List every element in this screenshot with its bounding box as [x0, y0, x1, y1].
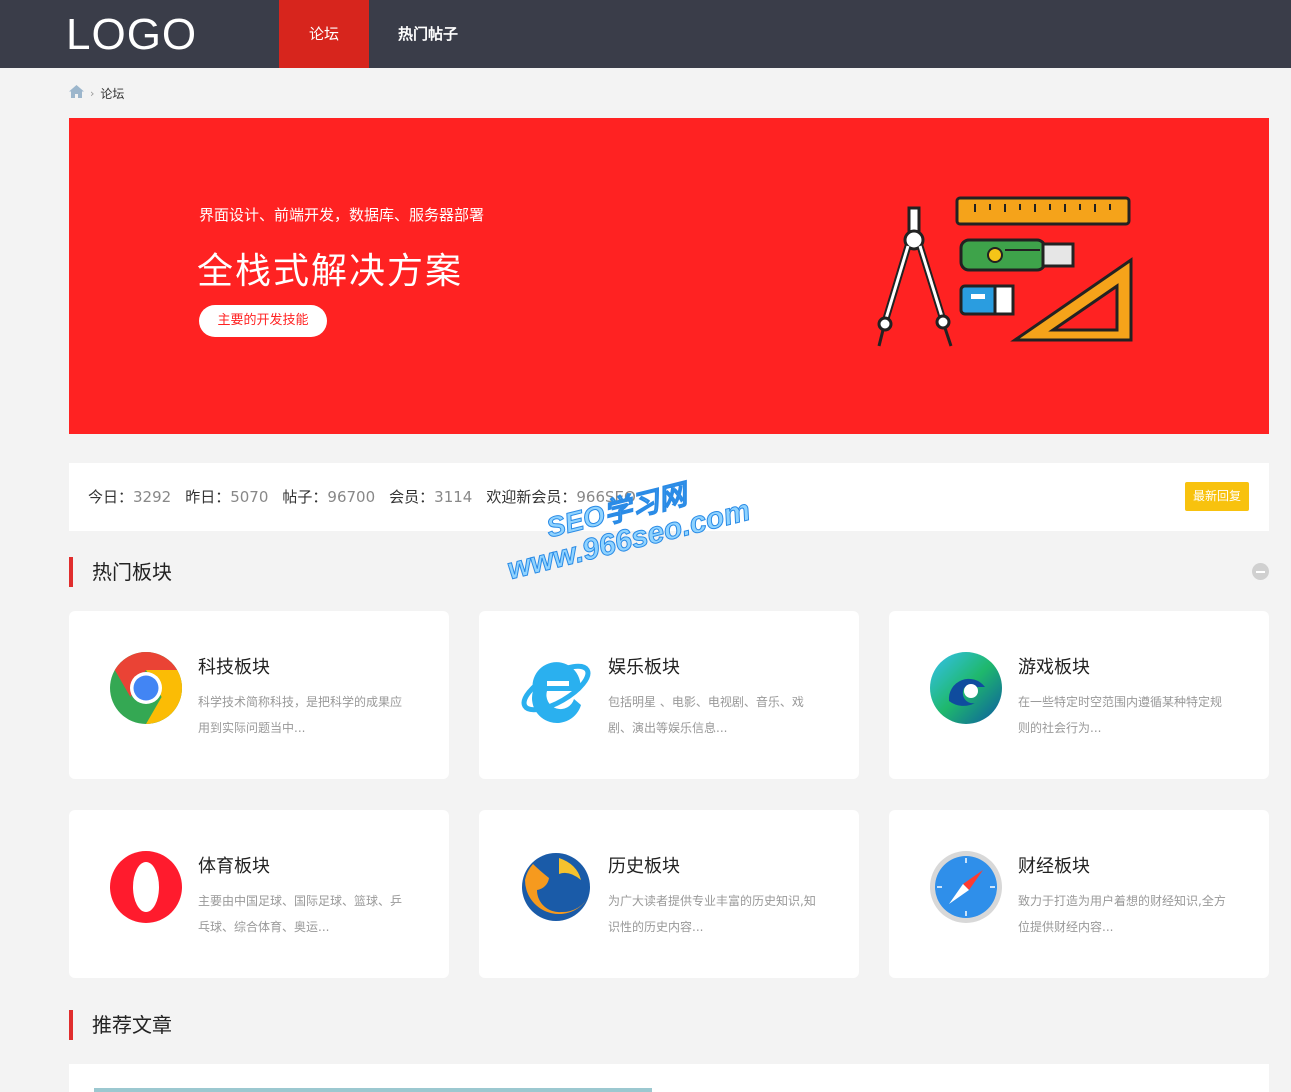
stat-today: 今日：3292 [88, 488, 172, 506]
breadcrumb-separator-icon: › [90, 86, 95, 100]
site-logo[interactable]: LOGO [66, 10, 197, 60]
opera-icon [110, 851, 182, 923]
banner-skills-button[interactable]: 主要的开发技能 [199, 305, 327, 337]
board-desc: 主要由中国足球、国际足球、篮球、乒乓球、综合体育、奥运... [198, 894, 403, 934]
board-desc: 致力于打造为用户着想的财经知识,全方位提供财经内容... [1018, 894, 1226, 934]
stats-row: 今日：3292 昨日：5070 帖子：96700 会员：3114 欢迎新会员：9… [88, 486, 650, 507]
firefox-icon [522, 853, 590, 921]
board-card-sports[interactable]: 体育板块 主要由中国足球、国际足球、篮球、乒乓球、综合体育、奥运... [69, 810, 449, 978]
board-card-games[interactable]: 游戏板块 在一些特定时空范围内遵循某种特定规则的社会行为... [889, 611, 1269, 779]
breadcrumb: › 论坛 [69, 84, 124, 102]
top-header: LOGO 论坛 热门帖子 [0, 0, 1291, 68]
safari-icon [930, 851, 1002, 923]
section-title-hot-boards: 热门板块 [69, 557, 172, 587]
nav-item-hot-posts[interactable]: 热门帖子 [369, 0, 487, 68]
banner-subtitle: 界面设计、前端开发，数据库、服务器部署 [199, 206, 485, 224]
board-desc: 包括明星 、电影、电视剧、音乐、戏剧、演出等娱乐信息... [608, 695, 804, 735]
nav-item-forum[interactable]: 论坛 [279, 0, 369, 68]
board-desc: 科学技术简称科技，是把科学的成果应用到实际问题当中... [198, 695, 403, 735]
board-name[interactable]: 体育板块 [198, 852, 270, 878]
recommended-articles-panel [69, 1064, 1269, 1092]
board-name[interactable]: 科技板块 [198, 653, 270, 679]
board-name[interactable]: 财经板块 [1018, 852, 1090, 878]
article-thumbnail[interactable] [94, 1088, 652, 1092]
edge-icon [930, 652, 1002, 724]
home-icon[interactable] [69, 85, 84, 101]
latest-replies-button[interactable]: 最新回复 [1185, 482, 1249, 511]
stat-yesterday: 昨日：5070 [185, 488, 269, 506]
ie-icon [521, 662, 591, 723]
board-card-history[interactable]: 历史板块 为广大读者提供专业丰富的历史知识,知识性的历史内容... [479, 810, 859, 978]
stat-posts: 帖子：96700 [282, 488, 376, 506]
banner-title: 全栈式解决方案 [197, 251, 464, 292]
breadcrumb-current: 论坛 [100, 86, 125, 101]
stat-members: 会员：3114 [389, 488, 473, 506]
board-name[interactable]: 娱乐板块 [608, 653, 680, 679]
board-name[interactable]: 游戏板块 [1018, 653, 1090, 679]
board-desc: 在一些特定时空范围内遵循某种特定规则的社会行为... [1018, 695, 1223, 735]
board-card-entertainment[interactable]: 娱乐板块 包括明星 、电影、电视剧、音乐、戏剧、演出等娱乐信息... [479, 611, 859, 779]
section-title-recommended: 推荐文章 [69, 1010, 172, 1040]
board-name[interactable]: 历史板块 [608, 852, 680, 878]
board-card-finance[interactable]: 财经板块 致力于打造为用户着想的财经知识,全方位提供财经内容... [889, 810, 1269, 978]
board-desc: 为广大读者提供专业丰富的历史知识,知识性的历史内容... [608, 894, 816, 934]
hero-banner: 界面设计、前端开发，数据库、服务器部署 全栈式解决方案 主要的开发技能 [69, 118, 1269, 434]
chrome-icon [110, 652, 183, 724]
forum-stats-bar: 今日：3292 昨日：5070 帖子：96700 会员：3114 欢迎新会员：9… [69, 463, 1269, 531]
drafting-tools-illustration [877, 196, 1133, 347]
stat-new-member: 欢迎新会员：966SEO [486, 488, 636, 506]
collapse-icon[interactable] [1252, 563, 1269, 580]
main-nav: 论坛 热门帖子 [279, 0, 487, 68]
board-card-tech[interactable]: 科技板块 科学技术简称科技，是把科学的成果应用到实际问题当中... [69, 611, 449, 779]
